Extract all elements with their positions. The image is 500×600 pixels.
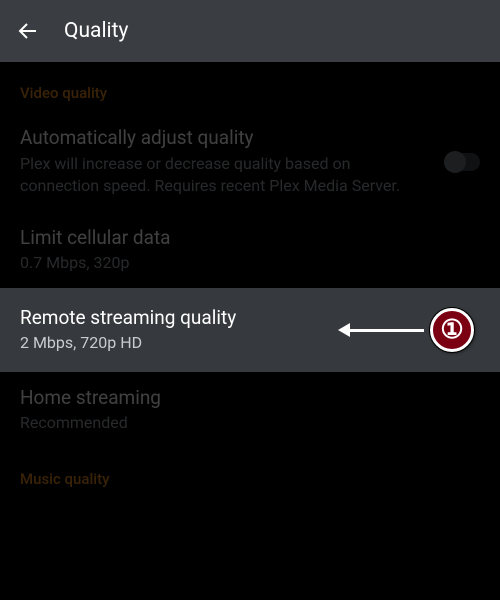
setting-title: Automatically adjust quality xyxy=(20,126,480,149)
setting-title: Home streaming xyxy=(20,386,480,409)
setting-value: 0.7 Mbps, 320p xyxy=(20,253,480,272)
toggle-switch[interactable] xyxy=(444,153,480,171)
section-header-music: Music quality xyxy=(0,448,500,498)
settings-content: Video quality Automatically adjust quali… xyxy=(0,62,500,498)
annotation-badge: ① xyxy=(430,308,474,352)
setting-description: Plex will increase or decrease quality b… xyxy=(20,153,480,196)
setting-remote-streaming[interactable]: Remote streaming quality 2 Mbps, 720p HD… xyxy=(0,288,500,372)
page-title: Quality xyxy=(64,19,128,43)
annotation-number: ① xyxy=(440,315,463,345)
arrow-icon xyxy=(348,329,424,332)
back-arrow-icon[interactable] xyxy=(16,19,40,43)
annotation-callout: ① xyxy=(348,308,474,352)
setting-value: Recommended xyxy=(20,413,480,432)
setting-limit-cellular[interactable]: Limit cellular data 0.7 Mbps, 320p xyxy=(0,212,500,288)
setting-title: Limit cellular data xyxy=(20,226,480,249)
app-header: Quality xyxy=(0,0,500,62)
setting-auto-adjust[interactable]: Automatically adjust quality Plex will i… xyxy=(0,112,500,212)
setting-home-streaming[interactable]: Home streaming Recommended xyxy=(0,372,500,448)
section-header-video: Video quality xyxy=(0,62,500,112)
